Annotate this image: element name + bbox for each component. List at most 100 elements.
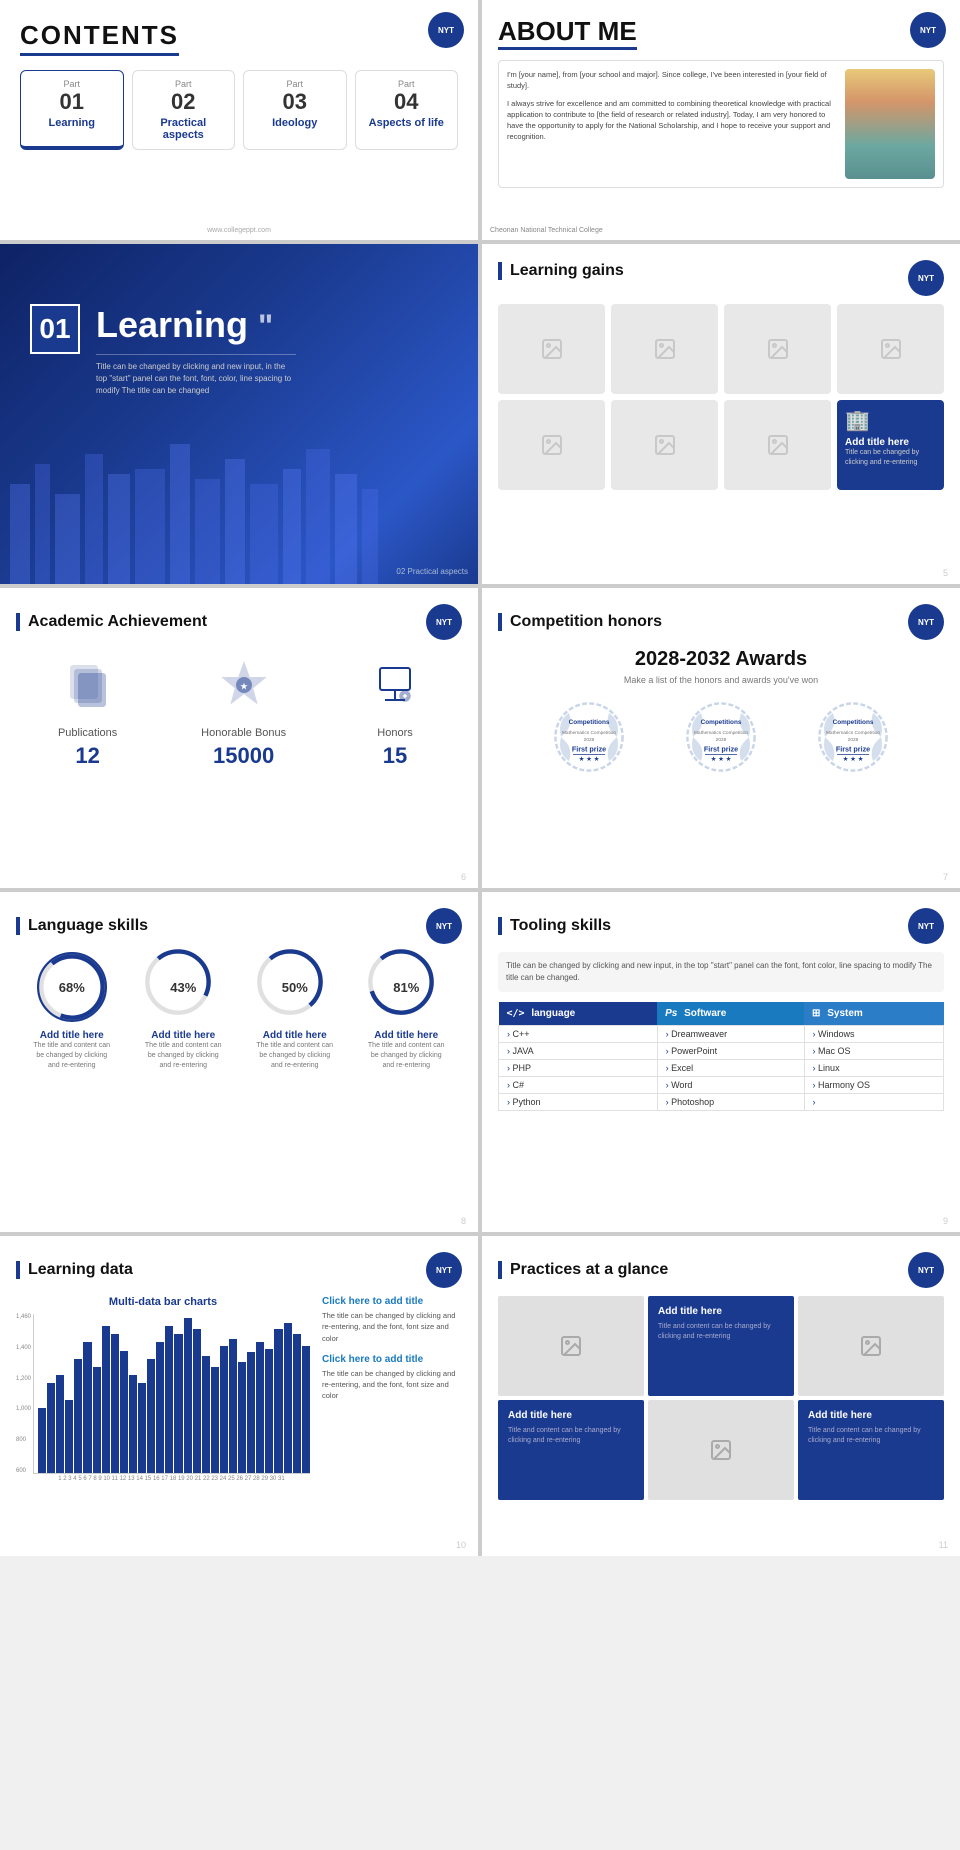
th-language: </> language (499, 1002, 658, 1026)
bar-2 (47, 1383, 55, 1473)
gains-header: Learning gains NYT (498, 260, 944, 296)
about-image (845, 69, 935, 179)
slide-academic: Academic Achievement NYT Publications 12 (0, 588, 478, 888)
slide-data: Learning data NYT Multi-data bar charts … (0, 1236, 478, 1556)
award-1: Competitions Mathematics Competition 202… (529, 697, 649, 782)
part-card-03[interactable]: Part 03 Ideology (243, 70, 347, 150)
lang-header: Language skills NYT (16, 908, 462, 944)
logo-badge: NYT (428, 12, 464, 48)
tools-row-4: C# Word Harmony OS (499, 1077, 944, 1094)
lang-item-5: Python (499, 1094, 658, 1111)
svg-text:Competitions: Competitions (833, 719, 874, 726)
svg-text:★: ★ (240, 682, 248, 691)
data-text-area: Click here to add title The title can be… (322, 1296, 462, 1482)
bar-17 (184, 1318, 192, 1473)
part-num-01: 01 (27, 89, 117, 115)
part-label-01: Part (27, 79, 117, 89)
academic-title: Academic Achievement (16, 613, 207, 631)
page-num-10: 11 (939, 1540, 948, 1550)
bar-5 (74, 1359, 82, 1473)
bar-26 (265, 1349, 273, 1473)
bar-8 (102, 1326, 110, 1473)
page-num-6: 7 (943, 872, 948, 882)
practice-blue-b3: Add title here Title and content can be … (798, 1400, 944, 1500)
click-title-2[interactable]: Click here to add title (322, 1354, 462, 1365)
circle-title-1: Add title here (32, 1030, 112, 1041)
chart-title: Multi-data bar charts (16, 1296, 310, 1308)
slide-learning: 01 Learning " Title can be changed by cl… (0, 244, 478, 584)
part-card-02[interactable]: Part 02 Practical aspects (132, 70, 236, 150)
stat-publications: Publications 12 (58, 660, 117, 769)
page-num-5: 6 (461, 872, 466, 882)
competition-header: Competition honors NYT (498, 604, 944, 640)
svg-text:Competitions: Competitions (569, 719, 610, 726)
chart-x-labels: 1 2 3 4 5 6 7 8 9 10 11 12 13 14 15 16 1… (33, 1476, 310, 1482)
click-title-1[interactable]: Click here to add title (322, 1296, 462, 1307)
sw-item-5: Photoshop (657, 1094, 804, 1111)
slide-contents: NYT CONTENTS Part 01 Learning Part 02 Pr… (0, 0, 478, 240)
tools-row-2: JAVA PowerPoint Mac OS (499, 1043, 944, 1060)
y-3: 1,200 (16, 1376, 31, 1382)
svg-text:★ ★ ★: ★ ★ ★ (711, 756, 732, 763)
bar-15 (165, 1326, 173, 1473)
svg-text:2028: 2028 (584, 737, 595, 743)
y-6: 600 (16, 1468, 31, 1474)
parts-row: Part 01 Learning Part 02 Practical aspec… (20, 70, 458, 150)
sys-item-1: Windows (804, 1026, 943, 1043)
th-software: Ps Software (657, 1002, 804, 1026)
logo-badge-about: NYT (910, 12, 946, 48)
sys-item-4: Harmony OS (804, 1077, 943, 1094)
about-content: I'm [your name], from [your school and m… (498, 60, 944, 188)
data-content: Multi-data bar charts 1,460 1,400 1,200 … (16, 1296, 462, 1482)
lang-logo: NYT (426, 908, 462, 944)
sys-item-empty: - (804, 1094, 943, 1111)
part-name-03: Ideology (250, 117, 340, 129)
bar-12 (138, 1383, 146, 1473)
awards-row: Competitions Mathematics Competition 202… (498, 697, 944, 782)
about-footer: Cheonan National Technical College (490, 227, 603, 234)
img-placeholder-3 (724, 304, 831, 394)
circles-row: 68% Add title here The title and content… (16, 952, 462, 1070)
prac-title-t2: Add title here (658, 1306, 784, 1317)
part-card-04[interactable]: Part 04 Aspects of life (355, 70, 459, 150)
bar-19 (202, 1356, 210, 1473)
bar-9 (111, 1334, 119, 1473)
practice-img-t1 (498, 1296, 644, 1396)
wreath-svg-1: Competitions Mathematics Competition 202… (549, 697, 629, 777)
learning-subtitle: Title can be changed by clicking and new… (96, 354, 296, 397)
click-sub-1: The title can be changed by clicking and… (322, 1310, 462, 1344)
honors-label: Honors (370, 727, 420, 739)
blue-content: 🏢 Add title here Title can be changed by… (837, 400, 944, 490)
bar-14 (156, 1342, 164, 1473)
data-logo: NYT (426, 1252, 462, 1288)
circle-title-4: Add title here (366, 1030, 446, 1041)
bar-chart (33, 1314, 310, 1474)
sw-item-2: PowerPoint (657, 1043, 804, 1060)
svg-text:Mathematics Competition: Mathematics Competition (826, 730, 880, 736)
svg-text:First prize: First prize (836, 744, 870, 753)
svg-text:Competitions: Competitions (701, 719, 742, 726)
sw-item-4: Word (657, 1077, 804, 1094)
learning-heading: Learning " (96, 304, 296, 346)
practices-bottom-row: Add title here Title and content can be … (498, 1400, 944, 1500)
learning-num: 01 (30, 304, 80, 354)
part-card-01[interactable]: Part 01 Learning (20, 70, 124, 150)
contents-title: CONTENTS (20, 20, 179, 56)
img-placeholder-blue: 🏢 Add title here Title can be changed by… (837, 400, 944, 490)
bar-16 (174, 1334, 182, 1473)
lang-item-3: PHP (499, 1060, 658, 1077)
part-num-03: 03 (250, 89, 340, 115)
slide-lang: Language skills NYT 68% Add title here T… (0, 892, 478, 1232)
ring-81: 81% (371, 952, 441, 1022)
gains-logo: NYT (908, 260, 944, 296)
svg-text:2028: 2028 (848, 737, 859, 743)
bar-4 (65, 1400, 73, 1473)
slide-competition: Competition honors NYT 2028-2032 Awards … (482, 588, 960, 888)
y-1: 1,460 (16, 1314, 31, 1320)
bar-18 (193, 1329, 201, 1473)
award-2: Competitions Mathematics Competition 202… (661, 697, 781, 782)
bar-11 (129, 1375, 137, 1473)
practices-top-row: Add title here Title and content can be … (498, 1296, 944, 1396)
sw-item-3: Excel (657, 1060, 804, 1077)
practices-logo: NYT (908, 1252, 944, 1288)
